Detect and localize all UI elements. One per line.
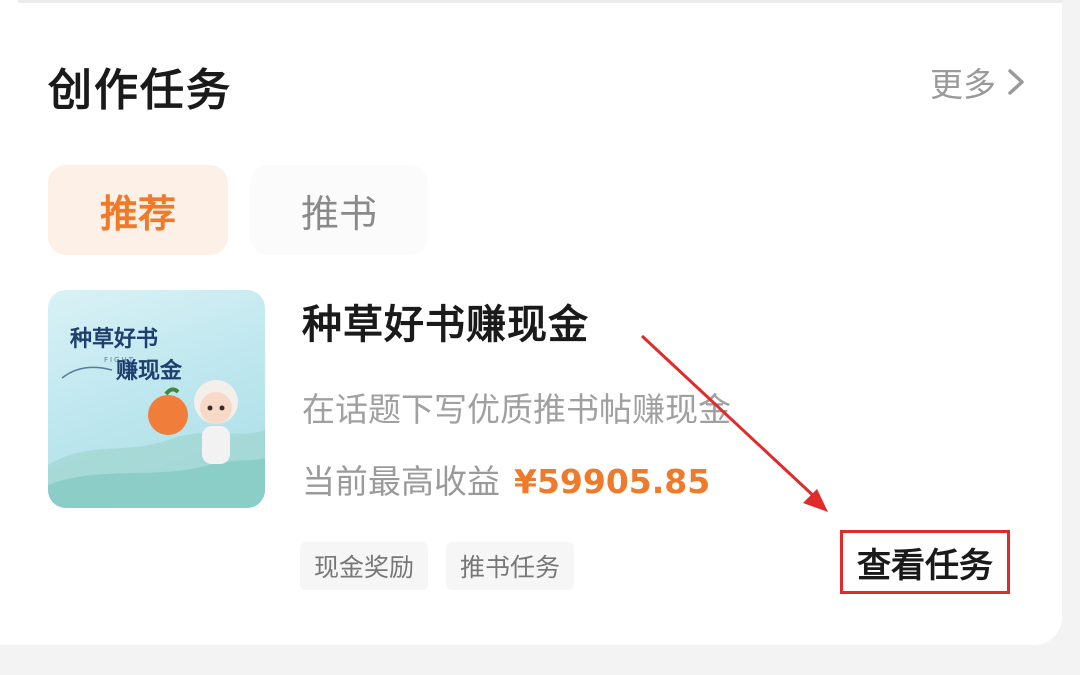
chevron-right-icon xyxy=(1008,69,1024,95)
tab-book-promo[interactable]: 推书 xyxy=(250,165,428,255)
task-thumbnail[interactable]: 种草好书 FIGHT 赚现金 xyxy=(48,290,265,508)
more-link[interactable]: 更多 xyxy=(930,60,1026,104)
earnings-label: 当前最高收益 xyxy=(302,462,500,501)
more-label: 更多 xyxy=(930,65,996,104)
tab-recommend[interactable]: 推荐 xyxy=(48,165,228,255)
earnings-row: 当前最高收益 ¥59905.85 xyxy=(302,455,710,503)
top-divider xyxy=(18,0,1062,3)
creation-tasks-card: 创作任务 更多 推荐 推书 种草好书 FIGHT 赚现金 种草好书赚现金 在话题… xyxy=(0,0,1062,645)
view-task-button[interactable]: 查看任务 xyxy=(840,530,1010,594)
task-title: 种草好书赚现金 xyxy=(302,302,589,348)
thumb-text-2: 赚现金 xyxy=(116,358,183,384)
task-thumbnail-art: 种草好书 FIGHT 赚现金 xyxy=(48,326,265,508)
tag-cash-reward: 现金奖励 xyxy=(300,542,429,590)
section-title: 创作任务 xyxy=(48,65,232,116)
thumb-text-1: 种草好书 xyxy=(70,326,158,352)
task-description: 在话题下写优质推书帖赚现金 xyxy=(302,390,731,429)
earnings-amount: ¥59905.85 xyxy=(514,462,711,501)
tag-book-promo-task: 推书任务 xyxy=(446,542,575,590)
